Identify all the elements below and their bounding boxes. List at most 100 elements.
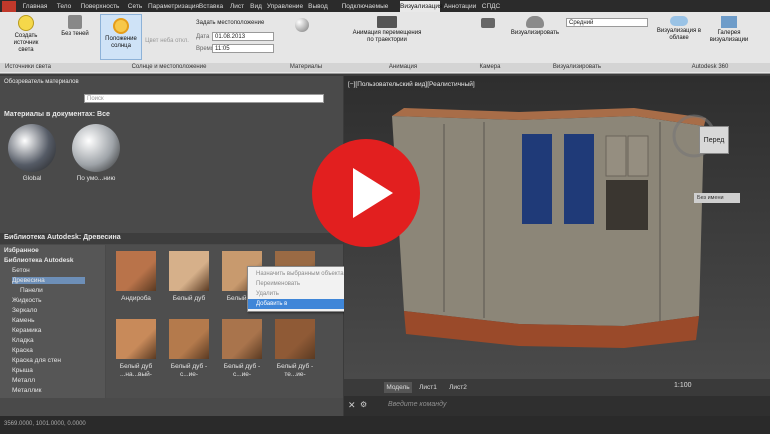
tree-item[interactable]: Краска для стен bbox=[12, 357, 61, 364]
sky-color-button[interactable]: Цвет неба откл. bbox=[144, 38, 190, 45]
animation-label: Анимация перемещения по траектории bbox=[352, 30, 422, 43]
cloud-icon bbox=[670, 16, 688, 26]
wood-swatch[interactable] bbox=[116, 251, 156, 291]
command-line[interactable]: ✕ ⚙ Введите команду bbox=[344, 396, 770, 416]
set-location-link[interactable]: Задать местоположение bbox=[196, 20, 264, 26]
material-label: По умо...нию bbox=[76, 175, 116, 182]
ribbon-tab[interactable]: Вставка bbox=[196, 1, 226, 12]
materials-button[interactable] bbox=[288, 18, 316, 34]
material-sphere[interactable] bbox=[72, 124, 120, 172]
tree-item[interactable]: Кладка bbox=[12, 337, 34, 344]
tree-item[interactable]: Древесина bbox=[12, 277, 85, 284]
layout-tab[interactable]: Лист2 bbox=[444, 382, 472, 393]
teapot-icon bbox=[526, 16, 544, 28]
ribbon-tab[interactable]: Управление bbox=[266, 1, 304, 12]
tree-item[interactable]: Краска bbox=[12, 347, 33, 354]
render-label: Визуализировать bbox=[510, 30, 560, 36]
ribbon-tab[interactable]: Аннотации bbox=[442, 1, 478, 12]
viewcube-face: Перед bbox=[703, 137, 725, 144]
tree-item[interactable]: Библиотека Autodesk bbox=[4, 257, 74, 264]
layout-tab[interactable]: Лист1 bbox=[414, 382, 442, 393]
wood-swatch[interactable] bbox=[222, 319, 262, 359]
ribbon-group-label[interactable]: Анимация bbox=[330, 63, 477, 72]
material-sphere[interactable] bbox=[8, 124, 56, 172]
cloud-render-button[interactable]: Визуализация в облаке bbox=[656, 16, 702, 42]
sky-color-label: Цвет неба откл. bbox=[145, 38, 189, 44]
ribbon-group-label[interactable]: Источники света bbox=[0, 63, 57, 72]
tree-item[interactable]: Металл bbox=[12, 377, 35, 384]
swatch-label: Белый дуб - с...ие- bbox=[170, 363, 208, 378]
time-field[interactable]: 11:05 bbox=[212, 44, 274, 53]
ucs-label: Без имени bbox=[697, 195, 724, 201]
status-bar: 3569.0000, 1001.0000, 0.0000 bbox=[0, 416, 770, 434]
gallery-icon bbox=[721, 16, 737, 28]
ribbon-tab[interactable]: Параметризация bbox=[148, 1, 199, 12]
swatch-label: Андироба bbox=[121, 295, 151, 302]
ribbon-tab[interactable]: Подключаемые модули bbox=[332, 1, 398, 21]
wood-swatch[interactable] bbox=[116, 319, 156, 359]
tree-item[interactable]: Камень bbox=[12, 317, 34, 324]
search-input[interactable]: Поиск bbox=[84, 94, 324, 103]
ribbon-tab[interactable]: СПДС bbox=[480, 1, 502, 12]
coordinates-readout: 3569.0000, 1001.0000, 0.0000 bbox=[4, 421, 86, 427]
date-value: 01.08.2013 bbox=[215, 34, 246, 40]
render-button[interactable]: Визуализировать bbox=[508, 16, 562, 37]
ribbon-group-label[interactable]: Материалы bbox=[282, 63, 331, 72]
wood-swatch[interactable] bbox=[169, 251, 209, 291]
ribbon-tab[interactable]: Тело bbox=[52, 1, 76, 12]
tree-item[interactable]: Бетон bbox=[12, 267, 30, 274]
wrench-icon[interactable]: ⚙ bbox=[360, 400, 367, 409]
ribbon-tab[interactable]: Главная bbox=[20, 1, 50, 12]
tree-item[interactable]: Избранное bbox=[4, 247, 39, 254]
cloud-render-label: Визуализация в облаке bbox=[656, 28, 702, 41]
wood-swatch[interactable] bbox=[275, 319, 315, 359]
gallery-label: Галерея визуализации bbox=[709, 30, 749, 43]
sun-icon bbox=[113, 18, 129, 34]
animation-button[interactable]: Анимация перемещения по траектории bbox=[352, 16, 422, 44]
tree-item[interactable]: Керамика bbox=[12, 327, 41, 334]
swatch-label: Белый дуб ...на...вый- bbox=[119, 363, 153, 378]
tree-item[interactable]: Металлик bbox=[12, 387, 41, 394]
palette-title: Обозреватель материалов bbox=[4, 79, 79, 85]
ribbon-group-label[interactable]: Визуализировать bbox=[504, 63, 651, 72]
date-field[interactable]: 01.08.2013 bbox=[212, 32, 274, 41]
ribbon-group-label[interactable]: Камера bbox=[476, 63, 505, 72]
library-header: Библиотека Autodesk: Древесина bbox=[4, 234, 121, 241]
search-placeholder: Поиск bbox=[87, 96, 104, 102]
ribbon-tab[interactable]: Сеть bbox=[124, 1, 146, 12]
ribbon-tab[interactable]: Лист bbox=[228, 1, 246, 12]
doc-materials-header: Материалы в документах: Все bbox=[4, 111, 110, 118]
wood-swatch[interactable] bbox=[169, 319, 209, 359]
tree-item[interactable]: Зеркало bbox=[12, 307, 37, 314]
close-icon[interactable]: ✕ bbox=[348, 400, 356, 411]
ribbon-group-label[interactable]: Autodesk 360 bbox=[650, 63, 770, 72]
ribbon-tab[interactable]: Вид bbox=[248, 1, 264, 12]
tree-item[interactable]: Жидкость bbox=[12, 297, 42, 304]
sun-position-button[interactable]: Положение солнца bbox=[100, 14, 142, 60]
app-menu-icon[interactable] bbox=[2, 1, 16, 12]
library-tree: Избранное Библиотека Autodesk Бетон Древеси… bbox=[0, 245, 105, 398]
command-input[interactable]: Введите команду bbox=[388, 401, 446, 408]
render-quality-select[interactable]: Средний bbox=[566, 18, 648, 27]
drawing-viewport[interactable]: [−][Пользовательский вид][Реалистичный] … bbox=[312, 76, 770, 379]
layout-tab[interactable]: Модель bbox=[384, 382, 412, 393]
camera-button[interactable] bbox=[478, 18, 498, 30]
video-play-overlay[interactable] bbox=[311, 138, 421, 248]
ribbon-tab[interactable]: Поверхность bbox=[78, 1, 122, 12]
lightbulb-icon bbox=[18, 15, 34, 31]
film-icon bbox=[377, 16, 397, 28]
material-label: Global bbox=[22, 175, 42, 182]
swatch-label: Белый дуб bbox=[172, 295, 206, 302]
create-light-button[interactable]: Создать источник света bbox=[6, 15, 46, 54]
ribbon-group-label[interactable]: Солнце и местоположение bbox=[56, 63, 283, 72]
viewcube[interactable]: Перед bbox=[699, 126, 729, 154]
ucs-dropdown[interactable]: Без имени bbox=[694, 193, 740, 203]
tree-item[interactable]: Панели bbox=[20, 287, 43, 294]
tree-item[interactable]: Крыша bbox=[12, 367, 33, 374]
ribbon-tab[interactable]: Вывод bbox=[306, 1, 330, 12]
scale-indicator[interactable]: 1:100 bbox=[674, 382, 692, 389]
shadows-button[interactable]: Без теней bbox=[58, 15, 92, 38]
ribbon-tab[interactable]: Визуализация bbox=[400, 1, 443, 12]
gallery-button[interactable]: Галерея визуализации bbox=[706, 16, 752, 44]
scale-value: 1:100 bbox=[674, 382, 692, 389]
